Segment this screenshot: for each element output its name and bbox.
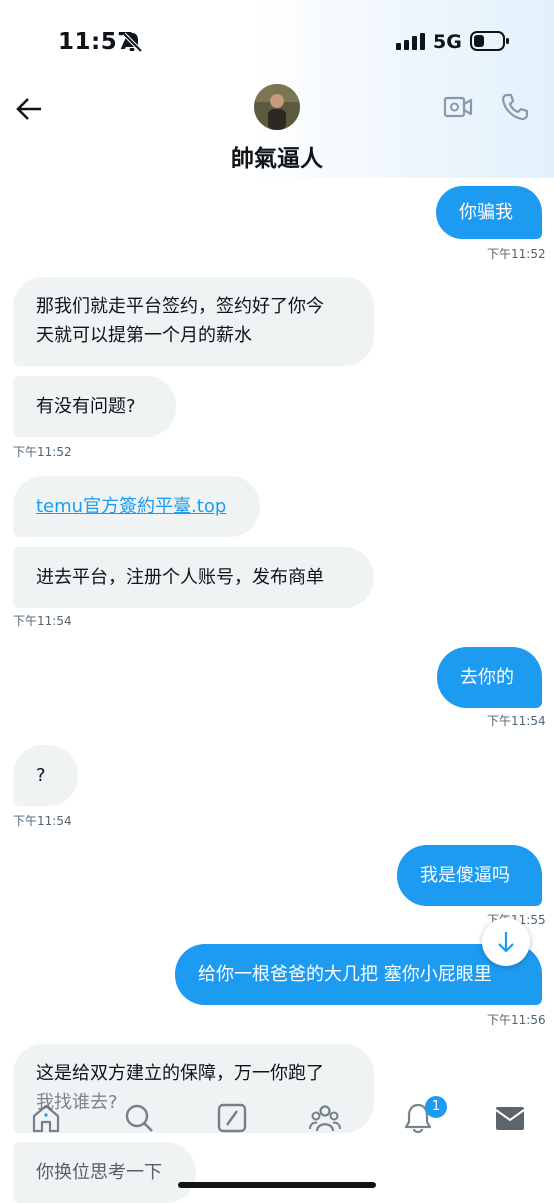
avatar[interactable]	[254, 84, 300, 130]
message-timestamp: 下午11:56	[487, 1013, 546, 1027]
communities-icon[interactable]	[309, 1102, 341, 1134]
network-type: 5G	[433, 31, 462, 53]
bell-off-icon	[122, 32, 143, 53]
messages-envelope-icon[interactable]	[494, 1102, 526, 1134]
message-text: 那我们就走平台签约，签约好了你今	[36, 296, 324, 317]
notification-count-badge: 1	[425, 1096, 447, 1118]
phone-call-icon[interactable]	[500, 92, 530, 122]
message-timestamp: 下午11:54	[13, 614, 72, 628]
back-arrow-icon[interactable]	[14, 94, 44, 124]
battery-icon	[470, 31, 509, 51]
search-icon[interactable]	[123, 1102, 155, 1134]
message-text: 进去平台，注册个人账号，发布商单	[36, 567, 324, 588]
message-bubble-link[interactable]: temu官方簽約平臺.top	[13, 476, 260, 537]
message-timestamp: 下午11:54	[13, 814, 72, 828]
message-text: 给你一根爸爸的大几把 塞你小屁眼里	[198, 964, 492, 985]
message-text: ?	[36, 765, 46, 786]
contact-name: 帥氣逼人	[231, 146, 323, 172]
message-bubble-incoming[interactable]: 你换位思考一下	[13, 1142, 196, 1203]
bottom-tab-bar	[0, 1086, 554, 1148]
message-list[interactable]: 你骗我 下午11:52 那我们就走平台签约，签约好了你今 天就可以提第一个月的薪…	[0, 178, 554, 1203]
scroll-to-bottom-button[interactable]	[482, 918, 530, 966]
message-link[interactable]: temu官方簽約平臺.top	[36, 496, 226, 517]
status-bar: 11:57 5G	[0, 0, 554, 84]
arrow-down-icon	[498, 932, 514, 953]
cellular-signal-icon	[396, 33, 425, 50]
home-icon[interactable]	[30, 1102, 62, 1134]
message-bubble-outgoing[interactable]: 去你的	[437, 647, 542, 708]
message-timestamp: 下午11:52	[13, 445, 72, 459]
message-bubble-incoming[interactable]: ?	[13, 745, 78, 806]
message-bubble-outgoing[interactable]: 我是傻逼吗	[397, 845, 542, 906]
home-indicator	[178, 1182, 376, 1188]
message-text: 有没有问题?	[36, 396, 136, 417]
message-bubble-incoming[interactable]: 进去平台，注册个人账号，发布商单	[13, 547, 374, 608]
message-text: 这是给双方建立的保障，万一你跑了	[36, 1063, 324, 1084]
message-timestamp: 下午11:54	[487, 714, 546, 728]
message-text: 你换位思考一下	[36, 1162, 162, 1183]
message-bubble-outgoing[interactable]: 你骗我	[436, 186, 542, 239]
message-text: 我是傻逼吗	[420, 865, 510, 886]
video-call-icon[interactable]	[443, 94, 473, 120]
message-text: 你骗我	[459, 202, 513, 223]
message-text-line2: 天就可以提第一个月的薪水	[36, 325, 252, 346]
message-bubble-incoming[interactable]: 有没有问题?	[13, 376, 176, 437]
conversation-header: 帥氣逼人	[0, 84, 554, 178]
message-bubble-incoming[interactable]: 那我们就走平台签约，签约好了你今 天就可以提第一个月的薪水	[13, 277, 374, 366]
message-text: 去你的	[460, 667, 514, 688]
message-timestamp: 下午11:52	[487, 247, 546, 261]
grok-icon[interactable]	[216, 1102, 248, 1134]
